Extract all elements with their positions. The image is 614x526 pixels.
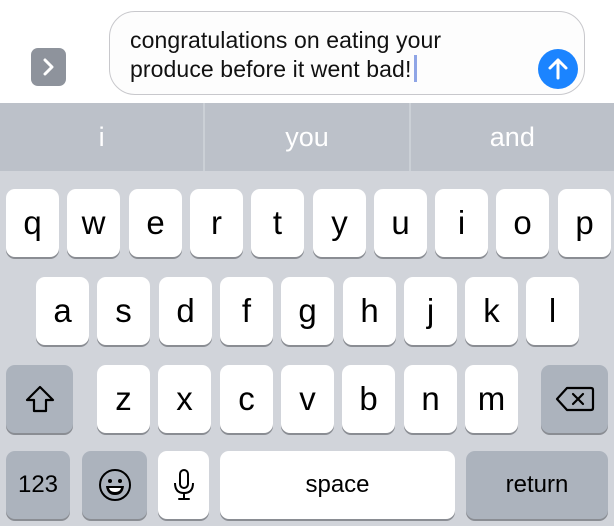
key-k[interactable]: k: [465, 277, 518, 345]
key-label: y: [331, 204, 348, 241]
key-f[interactable]: f: [220, 277, 273, 345]
arrow-up-icon: [548, 58, 568, 80]
dictation-key[interactable]: [158, 451, 209, 519]
message-text[interactable]: congratulations on eating your produce b…: [130, 26, 530, 84]
key-d[interactable]: d: [159, 277, 212, 345]
key-label: z: [115, 380, 132, 417]
shift-arrow-icon: [25, 385, 54, 413]
key-label: x: [176, 380, 193, 417]
key-label: i: [457, 204, 466, 241]
chevron-right-icon: [43, 58, 53, 76]
key-label: v: [299, 380, 316, 417]
key-r[interactable]: r: [190, 189, 243, 257]
microphone-icon: [173, 469, 194, 500]
numbers-key-label: 123: [17, 471, 59, 498]
predictive-bar: i you and: [0, 103, 614, 171]
emoji-key[interactable]: [82, 451, 147, 519]
key-label: k: [483, 292, 500, 329]
suggestion-1[interactable]: i: [0, 103, 203, 171]
key-label: o: [513, 204, 532, 241]
key-i[interactable]: i: [435, 189, 488, 257]
emoji-smile-icon: [98, 469, 131, 501]
compose-bar: congratulations on eating your produce b…: [0, 0, 614, 103]
key-h[interactable]: h: [343, 277, 396, 345]
backspace-icon: [555, 386, 594, 412]
key-label: n: [421, 380, 440, 417]
key-label: f: [241, 292, 252, 329]
suggestion-3[interactable]: and: [411, 103, 614, 171]
expand-apps-button[interactable]: [31, 48, 66, 86]
key-label: m: [477, 380, 506, 417]
message-input[interactable]: congratulations on eating your produce b…: [109, 11, 585, 95]
key-b[interactable]: b: [342, 365, 395, 433]
key-e[interactable]: e: [129, 189, 182, 257]
message-line-2-text: produce before it went bad!: [130, 56, 412, 82]
key-label: p: [575, 204, 594, 241]
key-g[interactable]: g: [281, 277, 334, 345]
suggestion-2[interactable]: you: [205, 103, 408, 171]
return-key-label: return: [505, 471, 569, 498]
key-z[interactable]: z: [97, 365, 150, 433]
key-m[interactable]: m: [465, 365, 518, 433]
key-w[interactable]: w: [67, 189, 120, 257]
key-label: h: [360, 292, 379, 329]
key-label: c: [238, 380, 255, 417]
key-y[interactable]: y: [313, 189, 366, 257]
key-label: w: [81, 204, 106, 241]
key-p[interactable]: p: [558, 189, 611, 257]
key-j[interactable]: j: [404, 277, 457, 345]
key-n[interactable]: n: [404, 365, 457, 433]
numbers-key[interactable]: 123: [6, 451, 70, 519]
text-caret: [414, 55, 418, 82]
key-o[interactable]: o: [496, 189, 549, 257]
key-q[interactable]: q: [6, 189, 59, 257]
message-line-1: congratulations on eating your: [130, 27, 442, 53]
key-label: j: [426, 292, 435, 329]
key-u[interactable]: u: [374, 189, 427, 257]
send-button[interactable]: [538, 49, 578, 89]
key-label: s: [115, 292, 132, 329]
key-v[interactable]: v: [281, 365, 334, 433]
key-label: l: [548, 292, 557, 329]
key-label: b: [359, 380, 378, 417]
backspace-key[interactable]: [541, 365, 608, 433]
key-label: r: [211, 204, 222, 241]
key-label: a: [53, 292, 72, 329]
space-key[interactable]: space: [220, 451, 455, 519]
space-key-label: space: [305, 471, 370, 498]
key-l[interactable]: l: [526, 277, 579, 345]
key-c[interactable]: c: [220, 365, 273, 433]
key-label: t: [272, 204, 283, 241]
return-key[interactable]: return: [466, 451, 608, 519]
key-a[interactable]: a: [36, 277, 89, 345]
key-label: q: [23, 204, 42, 241]
key-label: e: [146, 204, 165, 241]
key-s[interactable]: s: [97, 277, 150, 345]
key-label: u: [391, 204, 410, 241]
key-label: g: [298, 292, 317, 329]
key-label: d: [176, 292, 195, 329]
message-line-2: produce before it went bad!: [130, 55, 530, 84]
key-t[interactable]: t: [251, 189, 304, 257]
key-x[interactable]: x: [158, 365, 211, 433]
shift-key[interactable]: [6, 365, 73, 433]
